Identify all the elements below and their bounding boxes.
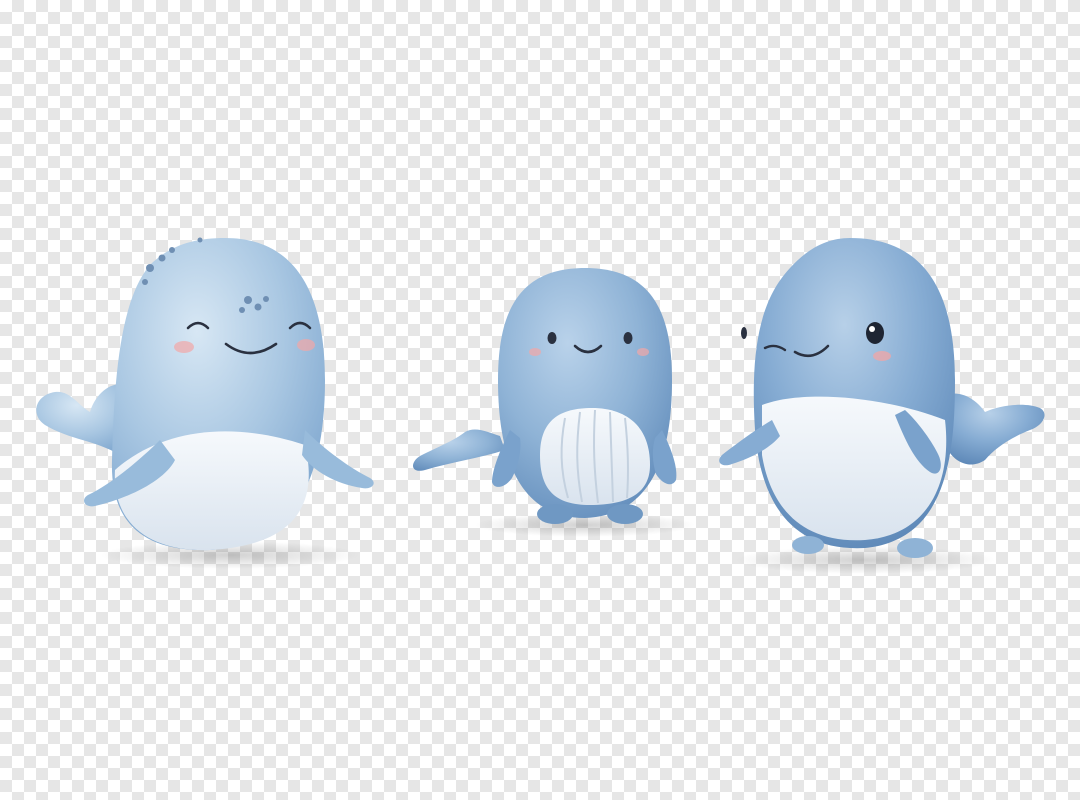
whale-figurines-scene bbox=[36, 237, 1045, 574]
whale-right-foot-left bbox=[792, 536, 824, 554]
whale-middle-eye-left bbox=[547, 332, 557, 344]
whale-right-side-eye bbox=[741, 327, 747, 339]
whale-right-foot-right bbox=[897, 538, 933, 558]
whale-figurine-middle bbox=[413, 268, 695, 537]
whale-left-fin-right bbox=[302, 430, 374, 489]
whale-middle-eye-right bbox=[623, 332, 633, 344]
whale-right-shadow bbox=[735, 546, 995, 574]
whale-right-eye-open bbox=[866, 322, 884, 344]
whale-middle-fin-right bbox=[652, 430, 677, 485]
whale-right-blush bbox=[873, 351, 891, 361]
whale-left-blush-right bbox=[297, 339, 315, 351]
whale-left-blush-left bbox=[174, 341, 194, 353]
whale-middle-blush-right bbox=[637, 348, 649, 356]
transparency-checkerboard bbox=[0, 0, 1080, 800]
whale-middle-foot-right bbox=[607, 504, 643, 524]
whale-right-tail bbox=[945, 393, 1045, 465]
whale-right-eye-highlight bbox=[869, 326, 875, 332]
whale-middle-blush-left bbox=[529, 348, 541, 356]
whale-figurine-right bbox=[719, 238, 1045, 574]
whale-figurine-left bbox=[36, 237, 374, 569]
whale-middle-foot-left bbox=[537, 504, 573, 524]
whale-middle-tail bbox=[413, 429, 505, 471]
